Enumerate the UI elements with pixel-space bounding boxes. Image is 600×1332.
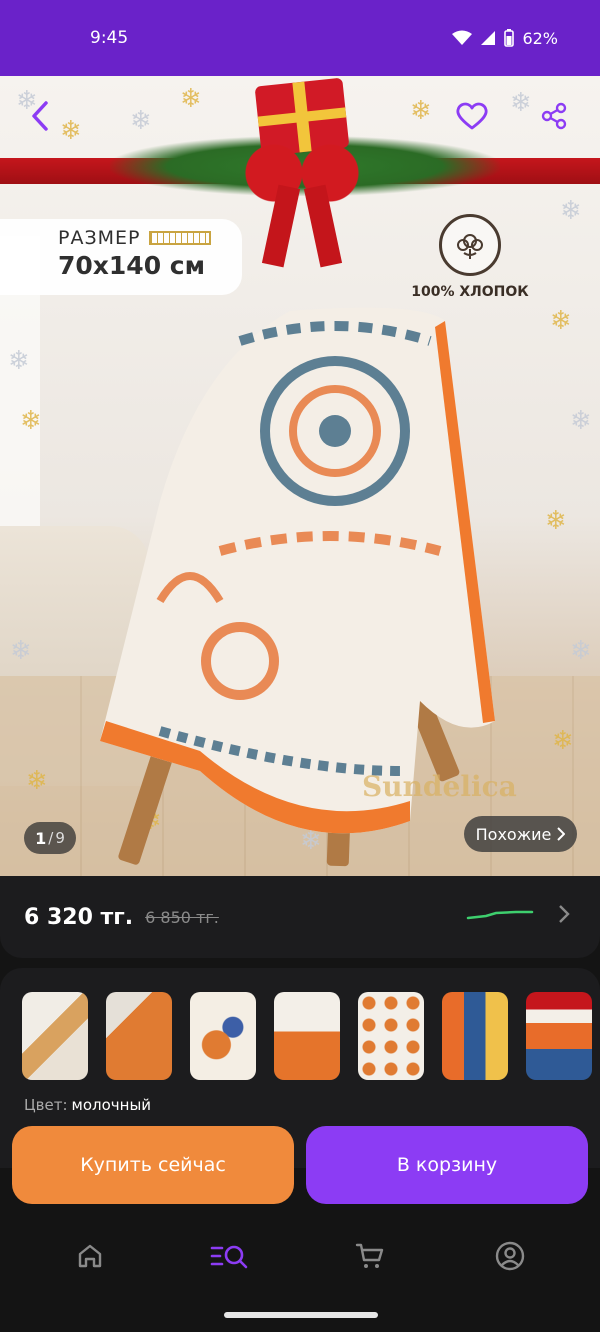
snowflake-decoration: ❄ [570, 636, 592, 666]
image-counter-current: 1 [35, 828, 47, 848]
snowflake-decoration: ❄ [10, 636, 32, 666]
material-text: 100% ХЛОПОК [411, 284, 529, 300]
variant-thumbnails [22, 992, 592, 1080]
variant-thumbnail[interactable] [442, 992, 508, 1080]
cotton-flower-icon [439, 214, 501, 276]
variant-thumbnail[interactable] [274, 992, 340, 1080]
nav-profile[interactable] [480, 1226, 540, 1286]
battery-icon [504, 29, 515, 47]
snowflake-decoration: ❄ [8, 346, 30, 376]
towel-product-image [100, 307, 495, 834]
status-icons: 62% [452, 29, 558, 48]
size-label-row: РАЗМЕР [58, 227, 242, 249]
favorite-button[interactable] [452, 96, 492, 136]
snowflake-decoration: ❄ [26, 766, 48, 796]
home-indicator[interactable] [224, 1312, 378, 1318]
bow-decoration [232, 138, 372, 208]
bottom-navigation [0, 1216, 600, 1296]
current-price: 6 320 тг. [24, 904, 134, 930]
product-image-gallery[interactable]: ❄ ❄ ❄ ❄ ❄ ❄ ❄ ❄ ❄ ❄ ❄ ❄ ❄ ❄ ❄ ❄ ❄ ❄ [0, 76, 600, 876]
snowflake-decoration: ❄ [550, 306, 572, 336]
chevron-left-icon [32, 101, 48, 131]
snowflake-decoration: ❄ [60, 116, 82, 146]
image-counter: 1 / 9 [24, 822, 76, 854]
image-counter-total: 9 [55, 829, 65, 847]
size-label: РАЗМЕР [58, 227, 141, 249]
signal-icon [481, 31, 496, 45]
nav-home[interactable] [60, 1226, 120, 1286]
price-panel[interactable]: 6 320 тг. 6 850 тг. [0, 876, 600, 958]
nav-cart[interactable] [340, 1226, 400, 1286]
size-info-card: РАЗМЕР 70x140 см [0, 219, 242, 295]
snowflake-decoration: ❄ [410, 96, 432, 126]
catalog-search-icon [210, 1245, 248, 1269]
status-time: 9:45 [90, 28, 129, 48]
cart-icon [355, 1243, 384, 1268]
color-selection-label: Цвет: молочный [24, 1096, 151, 1114]
price-trend-icon [466, 910, 534, 920]
color-label: Цвет: [24, 1096, 68, 1114]
variant-thumbnail[interactable] [190, 992, 256, 1080]
wifi-icon [452, 30, 473, 45]
brand-watermark: Sundelica [362, 770, 517, 803]
variant-thumbnail[interactable] [358, 992, 424, 1080]
snowflake-decoration: ❄ [545, 506, 567, 536]
back-button[interactable] [22, 96, 58, 136]
material-badge: 100% ХЛОПОК [410, 214, 530, 300]
chevron-right-icon [557, 827, 566, 841]
home-icon [78, 1244, 102, 1268]
snowflake-decoration: ❄ [570, 406, 592, 436]
old-price: 6 850 тг. [145, 907, 219, 927]
image-counter-separator: / [48, 829, 54, 847]
battery-percent: 62% [522, 28, 558, 48]
variant-thumbnail[interactable] [526, 992, 592, 1080]
ruler-icon [148, 231, 211, 245]
buy-now-button[interactable]: Купить сейчас [12, 1126, 294, 1204]
color-value: молочный [71, 1096, 152, 1114]
nav-catalog[interactable] [200, 1226, 260, 1286]
similar-label: Похожие [475, 824, 552, 844]
similar-products-button[interactable]: Похожие [464, 816, 577, 852]
heart-icon [456, 102, 488, 130]
snowflake-decoration: ❄ [560, 196, 582, 226]
share-icon [541, 102, 567, 130]
share-button[interactable] [534, 96, 574, 136]
snowflake-decoration: ❄ [510, 88, 532, 118]
snowflake-decoration: ❄ [552, 726, 574, 756]
variant-thumbnail[interactable] [106, 992, 172, 1080]
snowflake-decoration: ❄ [130, 106, 152, 136]
size-value: 70x140 см [58, 251, 206, 280]
snowflake-decoration: ❄ [20, 406, 42, 436]
snowflake-decoration: ❄ [180, 84, 202, 114]
status-bar: 9:45 62% [0, 0, 600, 76]
profile-icon [495, 1241, 525, 1271]
add-to-cart-button[interactable]: В корзину [306, 1126, 588, 1204]
variant-thumbnail[interactable] [22, 992, 88, 1080]
chevron-right-icon [559, 905, 570, 923]
